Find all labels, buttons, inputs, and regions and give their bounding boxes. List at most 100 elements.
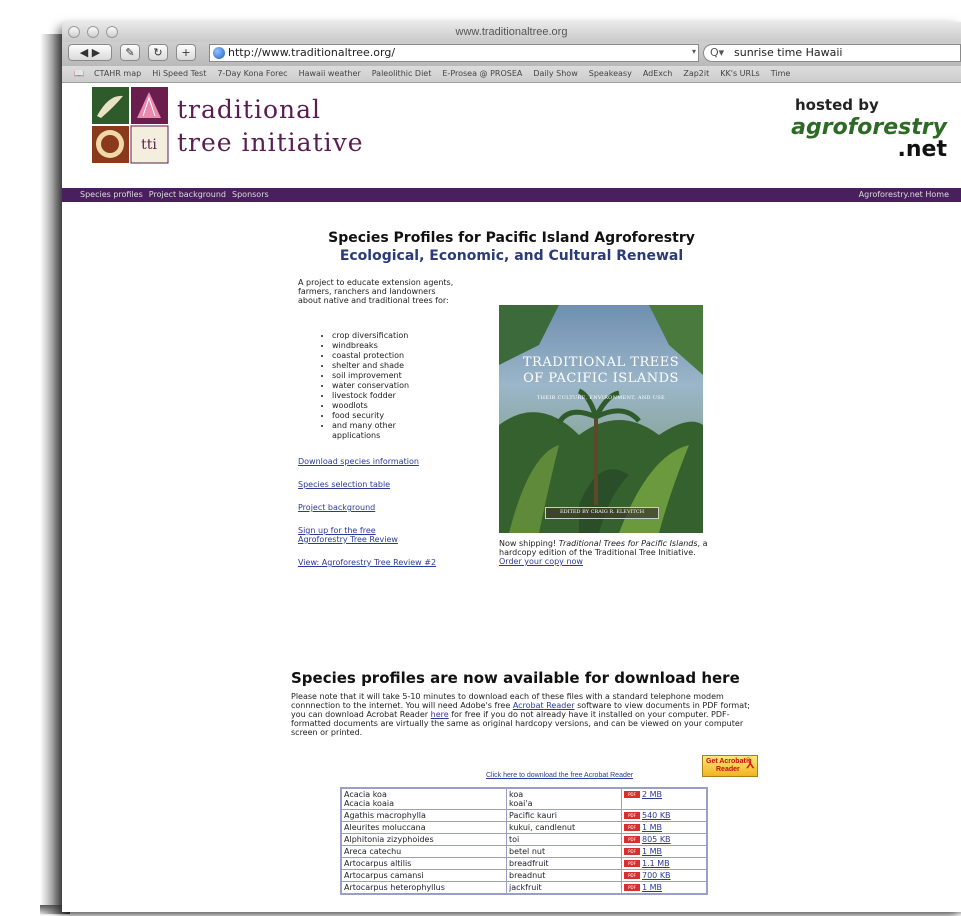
species-scientific-name: Areca catechu (340, 845, 507, 858)
download-species-link[interactable]: Download species information (298, 457, 436, 466)
species-download-cell: PDF 1 MB (621, 881, 708, 895)
svg-text:tti: tti (141, 137, 157, 153)
species-row: Artocarpus heterophyllus jackfruit PDF 1 MB (340, 881, 708, 895)
bookmark-item[interactable]: Hawaii weather (299, 69, 361, 78)
site-header: tti traditional tree initiative hosted b… (62, 83, 961, 188)
tree-review-2-link[interactable]: View: Agroforestry Tree Review #2 (298, 558, 436, 567)
bookmark-item[interactable]: Speakeasy (589, 69, 632, 78)
bookmark-item[interactable]: E-Prosea @ PROSEA (442, 69, 522, 78)
back-forward-button[interactable]: ◀ ▶ (68, 44, 112, 61)
book-cover-title: TRADITIONAL TREES OF PACIFIC ISLANDS (522, 355, 680, 386)
add-bookmark-button[interactable]: + (176, 44, 196, 61)
page-subtitle: Ecological, Economic, and Cultural Renew… (339, 248, 684, 264)
species-common-name: breadnut (506, 869, 622, 882)
species-common-name: koa koai'a (506, 787, 622, 810)
species-pdf-link[interactable]: 540 KB (642, 811, 671, 820)
back-forward-label: ◀ ▶ (79, 46, 101, 59)
reload-button[interactable]: ↻ (148, 44, 168, 61)
species-pdf-link[interactable]: 1 MB (642, 847, 662, 856)
bookmark-item[interactable]: CTAHR map (94, 69, 141, 78)
book-cover-subtitle: THEIR CULTURE, ENVIRONMENT, AND USE (537, 395, 665, 401)
nav-sponsors[interactable]: Sponsors (232, 190, 269, 199)
species-download-cell: PDF 1 MB (621, 845, 708, 858)
edit-bookmark-button[interactable]: ✎ (120, 44, 140, 61)
get-acrobat-button[interactable]: Get Acrobat® Reader ⅄ (702, 755, 758, 777)
species-selection-link[interactable]: Species selection table (298, 480, 436, 489)
pdf-icon: PDF (624, 836, 640, 843)
order-copy-link[interactable]: Order your copy now (499, 557, 583, 566)
bookmark-item[interactable]: AdExch (643, 69, 673, 78)
acrobat-here-link[interactable]: here (431, 710, 449, 719)
species-scientific-name: Artocarpus camansi (340, 869, 507, 882)
species-row: Alphitonia zizyphoides toi PDF 805 KB (340, 833, 708, 846)
bookmark-item[interactable]: 7-Day Kona Forec (217, 69, 287, 78)
tti-logo-icon[interactable]: tti (91, 86, 169, 164)
species-common-name: toi (506, 833, 622, 846)
search-text: sunrise time Hawaii (734, 46, 843, 59)
species-pdf-link[interactable]: 1.1 MB (642, 859, 670, 868)
page-title: Species Profiles for Pacific Island Agro… (328, 230, 695, 246)
nav-project-background[interactable]: Project background (149, 190, 226, 199)
acrobat-reader-link[interactable]: Acrobat Reader (513, 701, 575, 710)
species-download-cell: PDF 700 KB (621, 869, 708, 882)
bookmark-item[interactable]: Time (771, 69, 791, 78)
intro-text: A project to educate extension agents, f… (298, 278, 454, 305)
species-pdf-link[interactable]: 700 KB (642, 871, 671, 880)
address-dropdown-icon[interactable]: ▾ (692, 47, 696, 56)
bookmark-item[interactable]: Zap2it (683, 69, 709, 78)
title-bar[interactable]: www.traditionaltree.org (62, 22, 961, 42)
uses-item: and many other applications (332, 421, 422, 441)
species-pdf-link[interactable]: 805 KB (642, 835, 671, 844)
species-row: Agathis macrophylla Pacific kauri PDF 540 K… (340, 809, 708, 822)
uses-item: food security (332, 411, 422, 421)
caption-book-title: Traditional Trees for Pacific Islands (558, 539, 698, 548)
plus-icon: + (181, 46, 191, 59)
book-cover-editor: EDITED BY CRAIG R. ELEVITCH (545, 507, 659, 519)
project-background-link[interactable]: Project background (298, 503, 436, 512)
bookmarks-book-icon[interactable]: 📖 (74, 66, 84, 82)
agroforestry-logo[interactable]: agroforestry .net (777, 117, 947, 161)
address-text: http://www.traditionaltree.org/ (228, 46, 396, 59)
side-links: Download species information Species sel… (298, 457, 436, 567)
address-bar[interactable]: http://www.traditionaltree.org/ (209, 44, 699, 62)
bookmark-item[interactable]: KK's URLs (720, 69, 759, 78)
search-icon: Q▾ (710, 46, 725, 59)
site-logo-text[interactable]: traditional tree initiative (177, 93, 364, 159)
reload-icon: ↻ (153, 46, 163, 59)
agroforestry-tld: .net (897, 137, 947, 162)
bookmark-item[interactable]: Daily Show (533, 69, 577, 78)
species-pdf-link[interactable]: 2 MB (642, 790, 662, 799)
species-download-cell: PDF 1 MB (621, 821, 708, 834)
browser-window: www.traditionaltree.org ◀ ▶ ✎ ↻ + http:/… (62, 22, 961, 912)
nav-species-profiles[interactable]: Species profiles (80, 190, 143, 199)
species-row: Areca catechu betel nut PDF 1 MB (340, 845, 708, 858)
species-pdf-link[interactable]: 1 MB (642, 823, 662, 832)
web-page: tti traditional tree initiative hosted b… (62, 83, 961, 912)
pdf-icon: PDF (624, 812, 640, 819)
bookmark-item[interactable]: Hi Speed Test (152, 69, 206, 78)
agroforestry-name: agroforestry (791, 115, 947, 140)
bookmark-item[interactable]: Paleolithic Diet (372, 69, 432, 78)
search-field[interactable]: Q▾ sunrise time Hawaii (703, 44, 961, 62)
nav-agroforestry-home[interactable]: Agroforestry.net Home (859, 188, 949, 202)
uses-item: shelter and shade (332, 361, 422, 371)
species-pdf-link[interactable]: 1 MB (642, 883, 662, 892)
adobe-acrobat-icon: ⅄ (746, 757, 754, 771)
uses-list: crop diversification windbreaks coastal … (320, 331, 422, 441)
species-scientific-name: Alphitonia zizyphoides (340, 833, 507, 846)
uses-item: livestock fodder (332, 391, 422, 401)
species-common-name: betel nut (506, 845, 622, 858)
species-scientific-name: Artocarpus altilis (340, 857, 507, 870)
species-row: Aleurites moluccana kukui, candlenut PDF 1 … (340, 821, 708, 834)
book-cover-image[interactable]: TRADITIONAL TREES OF PACIFIC ISLANDS THE… (499, 305, 703, 533)
book-caption: Now shipping! Traditional Trees for Paci… (499, 539, 709, 566)
pencil-icon: ✎ (125, 46, 135, 59)
browser-toolbar: ◀ ▶ ✎ ↻ + http://www.traditionaltree.org… (62, 42, 961, 66)
download-acrobat-link[interactable]: Click here to download the free Acrobat … (486, 772, 633, 779)
species-row: Artocarpus altilis breadfruit PDF 1.1 MB (340, 857, 708, 870)
tree-review-signup-link[interactable]: Sign up for the free Agroforestry Tree R… (298, 526, 418, 544)
uses-item: coastal protection (332, 351, 422, 361)
pdf-icon: PDF (624, 848, 640, 855)
species-common-name: jackfruit (506, 881, 622, 895)
species-download-cell: PDF 540 KB (621, 809, 708, 822)
